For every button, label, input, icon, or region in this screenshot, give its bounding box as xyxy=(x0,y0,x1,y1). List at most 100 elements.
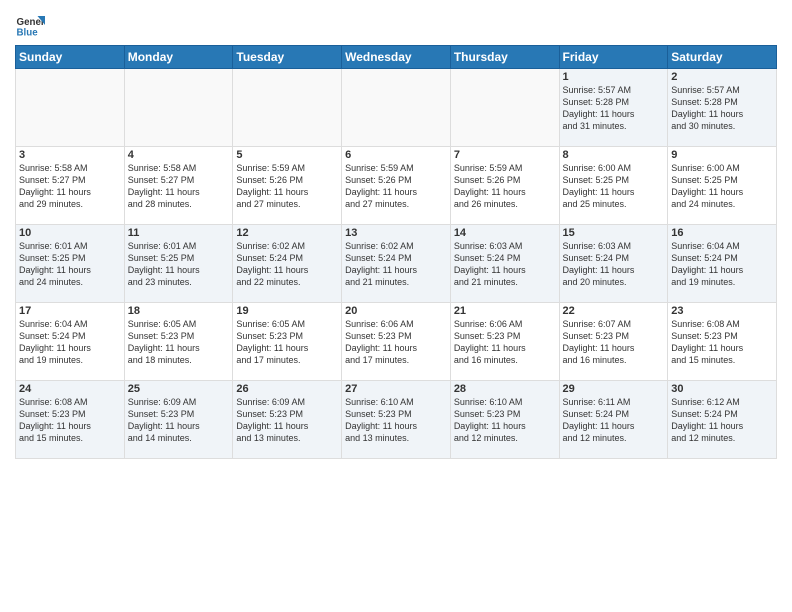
day-info: Sunrise: 6:01 AM Sunset: 5:25 PM Dayligh… xyxy=(128,240,230,289)
day-info: Sunrise: 5:59 AM Sunset: 5:26 PM Dayligh… xyxy=(345,162,447,211)
day-number: 11 xyxy=(128,227,230,239)
day-number: 3 xyxy=(19,149,121,161)
day-info: Sunrise: 6:07 AM Sunset: 5:23 PM Dayligh… xyxy=(563,318,665,367)
calendar-cell: 20Sunrise: 6:06 AM Sunset: 5:23 PM Dayli… xyxy=(342,303,451,381)
calendar-cell: 7Sunrise: 5:59 AM Sunset: 5:26 PM Daylig… xyxy=(450,147,559,225)
logo-icon: General Blue xyxy=(15,10,45,40)
day-info: Sunrise: 6:00 AM Sunset: 5:25 PM Dayligh… xyxy=(563,162,665,211)
calendar-cell: 3Sunrise: 5:58 AM Sunset: 5:27 PM Daylig… xyxy=(16,147,125,225)
calendar-table: SundayMondayTuesdayWednesdayThursdayFrid… xyxy=(15,45,777,459)
calendar-cell: 12Sunrise: 6:02 AM Sunset: 5:24 PM Dayli… xyxy=(233,225,342,303)
calendar-cell xyxy=(450,69,559,147)
calendar-cell: 21Sunrise: 6:06 AM Sunset: 5:23 PM Dayli… xyxy=(450,303,559,381)
header-day-saturday: Saturday xyxy=(668,46,777,69)
header-day-friday: Friday xyxy=(559,46,668,69)
day-info: Sunrise: 6:04 AM Sunset: 5:24 PM Dayligh… xyxy=(19,318,121,367)
header-row-days: SundayMondayTuesdayWednesdayThursdayFrid… xyxy=(16,46,777,69)
day-info: Sunrise: 6:12 AM Sunset: 5:24 PM Dayligh… xyxy=(671,396,773,445)
calendar-cell: 14Sunrise: 6:03 AM Sunset: 5:24 PM Dayli… xyxy=(450,225,559,303)
calendar-cell: 8Sunrise: 6:00 AM Sunset: 5:25 PM Daylig… xyxy=(559,147,668,225)
calendar-week-4: 17Sunrise: 6:04 AM Sunset: 5:24 PM Dayli… xyxy=(16,303,777,381)
day-info: Sunrise: 6:02 AM Sunset: 5:24 PM Dayligh… xyxy=(236,240,338,289)
calendar-cell: 17Sunrise: 6:04 AM Sunset: 5:24 PM Dayli… xyxy=(16,303,125,381)
calendar-header: SundayMondayTuesdayWednesdayThursdayFrid… xyxy=(16,46,777,69)
calendar-cell: 16Sunrise: 6:04 AM Sunset: 5:24 PM Dayli… xyxy=(668,225,777,303)
day-number: 12 xyxy=(236,227,338,239)
day-number: 20 xyxy=(345,305,447,317)
day-number: 2 xyxy=(671,71,773,83)
calendar-cell: 29Sunrise: 6:11 AM Sunset: 5:24 PM Dayli… xyxy=(559,381,668,459)
day-info: Sunrise: 6:04 AM Sunset: 5:24 PM Dayligh… xyxy=(671,240,773,289)
day-info: Sunrise: 6:06 AM Sunset: 5:23 PM Dayligh… xyxy=(454,318,556,367)
day-info: Sunrise: 6:10 AM Sunset: 5:23 PM Dayligh… xyxy=(345,396,447,445)
day-info: Sunrise: 5:59 AM Sunset: 5:26 PM Dayligh… xyxy=(236,162,338,211)
day-number: 28 xyxy=(454,383,556,395)
day-number: 5 xyxy=(236,149,338,161)
calendar-cell: 10Sunrise: 6:01 AM Sunset: 5:25 PM Dayli… xyxy=(16,225,125,303)
header-day-sunday: Sunday xyxy=(16,46,125,69)
day-info: Sunrise: 5:58 AM Sunset: 5:27 PM Dayligh… xyxy=(128,162,230,211)
day-number: 8 xyxy=(563,149,665,161)
day-number: 26 xyxy=(236,383,338,395)
calendar-cell: 2Sunrise: 5:57 AM Sunset: 5:28 PM Daylig… xyxy=(668,69,777,147)
day-number: 25 xyxy=(128,383,230,395)
logo: General Blue xyxy=(15,10,49,40)
calendar-cell: 5Sunrise: 5:59 AM Sunset: 5:26 PM Daylig… xyxy=(233,147,342,225)
calendar-cell xyxy=(16,69,125,147)
calendar-cell: 9Sunrise: 6:00 AM Sunset: 5:25 PM Daylig… xyxy=(668,147,777,225)
calendar-cell xyxy=(124,69,233,147)
calendar-cell xyxy=(233,69,342,147)
svg-text:Blue: Blue xyxy=(17,28,39,39)
calendar-cell: 15Sunrise: 6:03 AM Sunset: 5:24 PM Dayli… xyxy=(559,225,668,303)
day-info: Sunrise: 6:02 AM Sunset: 5:24 PM Dayligh… xyxy=(345,240,447,289)
calendar-week-3: 10Sunrise: 6:01 AM Sunset: 5:25 PM Dayli… xyxy=(16,225,777,303)
header-day-wednesday: Wednesday xyxy=(342,46,451,69)
calendar-cell: 24Sunrise: 6:08 AM Sunset: 5:23 PM Dayli… xyxy=(16,381,125,459)
calendar-cell: 25Sunrise: 6:09 AM Sunset: 5:23 PM Dayli… xyxy=(124,381,233,459)
day-number: 15 xyxy=(563,227,665,239)
calendar-cell xyxy=(342,69,451,147)
day-info: Sunrise: 5:57 AM Sunset: 5:28 PM Dayligh… xyxy=(563,84,665,133)
calendar-week-2: 3Sunrise: 5:58 AM Sunset: 5:27 PM Daylig… xyxy=(16,147,777,225)
calendar-cell: 18Sunrise: 6:05 AM Sunset: 5:23 PM Dayli… xyxy=(124,303,233,381)
day-info: Sunrise: 6:09 AM Sunset: 5:23 PM Dayligh… xyxy=(236,396,338,445)
day-number: 6 xyxy=(345,149,447,161)
day-number: 27 xyxy=(345,383,447,395)
day-info: Sunrise: 5:57 AM Sunset: 5:28 PM Dayligh… xyxy=(671,84,773,133)
day-number: 22 xyxy=(563,305,665,317)
header-day-monday: Monday xyxy=(124,46,233,69)
day-number: 23 xyxy=(671,305,773,317)
calendar-body: 1Sunrise: 5:57 AM Sunset: 5:28 PM Daylig… xyxy=(16,69,777,459)
day-number: 1 xyxy=(563,71,665,83)
header-row: General Blue xyxy=(15,10,777,40)
header-day-thursday: Thursday xyxy=(450,46,559,69)
calendar-cell: 13Sunrise: 6:02 AM Sunset: 5:24 PM Dayli… xyxy=(342,225,451,303)
day-number: 24 xyxy=(19,383,121,395)
main-container: General Blue SundayMondayTuesdayWednesda… xyxy=(0,0,792,464)
day-info: Sunrise: 5:59 AM Sunset: 5:26 PM Dayligh… xyxy=(454,162,556,211)
day-info: Sunrise: 6:08 AM Sunset: 5:23 PM Dayligh… xyxy=(19,396,121,445)
day-info: Sunrise: 6:06 AM Sunset: 5:23 PM Dayligh… xyxy=(345,318,447,367)
calendar-week-1: 1Sunrise: 5:57 AM Sunset: 5:28 PM Daylig… xyxy=(16,69,777,147)
day-info: Sunrise: 6:00 AM Sunset: 5:25 PM Dayligh… xyxy=(671,162,773,211)
calendar-cell: 4Sunrise: 5:58 AM Sunset: 5:27 PM Daylig… xyxy=(124,147,233,225)
day-info: Sunrise: 5:58 AM Sunset: 5:27 PM Dayligh… xyxy=(19,162,121,211)
calendar-cell: 28Sunrise: 6:10 AM Sunset: 5:23 PM Dayli… xyxy=(450,381,559,459)
day-number: 21 xyxy=(454,305,556,317)
day-number: 13 xyxy=(345,227,447,239)
day-info: Sunrise: 6:08 AM Sunset: 5:23 PM Dayligh… xyxy=(671,318,773,367)
calendar-cell: 1Sunrise: 5:57 AM Sunset: 5:28 PM Daylig… xyxy=(559,69,668,147)
calendar-cell: 30Sunrise: 6:12 AM Sunset: 5:24 PM Dayli… xyxy=(668,381,777,459)
day-number: 19 xyxy=(236,305,338,317)
day-number: 30 xyxy=(671,383,773,395)
day-number: 29 xyxy=(563,383,665,395)
day-number: 16 xyxy=(671,227,773,239)
day-number: 14 xyxy=(454,227,556,239)
day-info: Sunrise: 6:10 AM Sunset: 5:23 PM Dayligh… xyxy=(454,396,556,445)
day-number: 17 xyxy=(19,305,121,317)
calendar-cell: 22Sunrise: 6:07 AM Sunset: 5:23 PM Dayli… xyxy=(559,303,668,381)
calendar-cell: 6Sunrise: 5:59 AM Sunset: 5:26 PM Daylig… xyxy=(342,147,451,225)
day-number: 4 xyxy=(128,149,230,161)
day-info: Sunrise: 6:09 AM Sunset: 5:23 PM Dayligh… xyxy=(128,396,230,445)
calendar-cell: 27Sunrise: 6:10 AM Sunset: 5:23 PM Dayli… xyxy=(342,381,451,459)
